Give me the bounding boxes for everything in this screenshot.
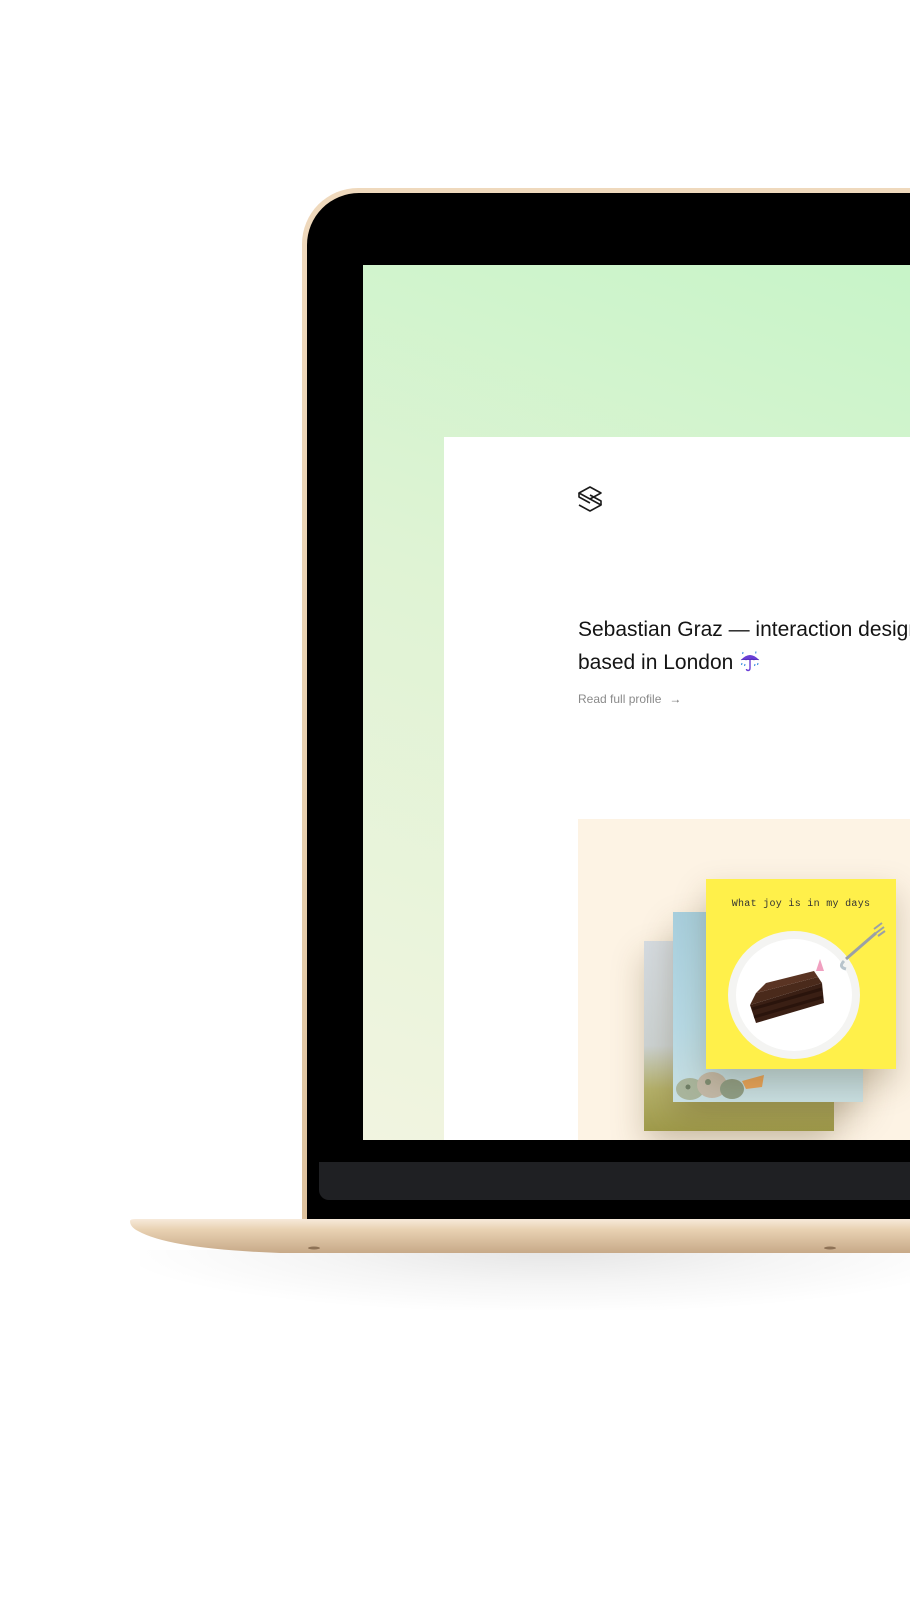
featured-project-card[interactable]: What joy is in my days xyxy=(578,819,910,1140)
intro-line-2: based in London xyxy=(578,646,910,679)
read-full-profile-label: Read full profile xyxy=(578,692,662,706)
portfolio-page: Sebastian Graz — interaction designer ba… xyxy=(444,437,910,1140)
intro-line-1: Sebastian Graz — interaction designer xyxy=(578,618,910,641)
project-image-front: What joy is in my days xyxy=(706,879,896,1069)
mockup-stage: Sebastian Graz — interaction designer ba… xyxy=(0,0,910,1613)
intro-heading: Sebastian Graz — interaction designer ba… xyxy=(578,613,910,679)
intro-line-2-text: based in London xyxy=(578,651,734,674)
card-caption: What joy is in my days xyxy=(731,899,871,910)
laptop-shadow xyxy=(140,1250,910,1310)
laptop-screen: Sebastian Graz — interaction designer ba… xyxy=(363,265,910,1140)
umbrella-with-rain-icon xyxy=(741,651,760,672)
bezel-bottom-strip xyxy=(319,1162,910,1200)
arrow-right-icon: → xyxy=(669,692,682,706)
laptop-base xyxy=(130,1219,910,1253)
s-monogram-logo-icon[interactable] xyxy=(577,485,603,513)
cake-plate-icon xyxy=(728,922,886,1059)
stones-icon xyxy=(676,1072,764,1100)
read-full-profile-link[interactable]: Read full profile → xyxy=(578,692,681,706)
